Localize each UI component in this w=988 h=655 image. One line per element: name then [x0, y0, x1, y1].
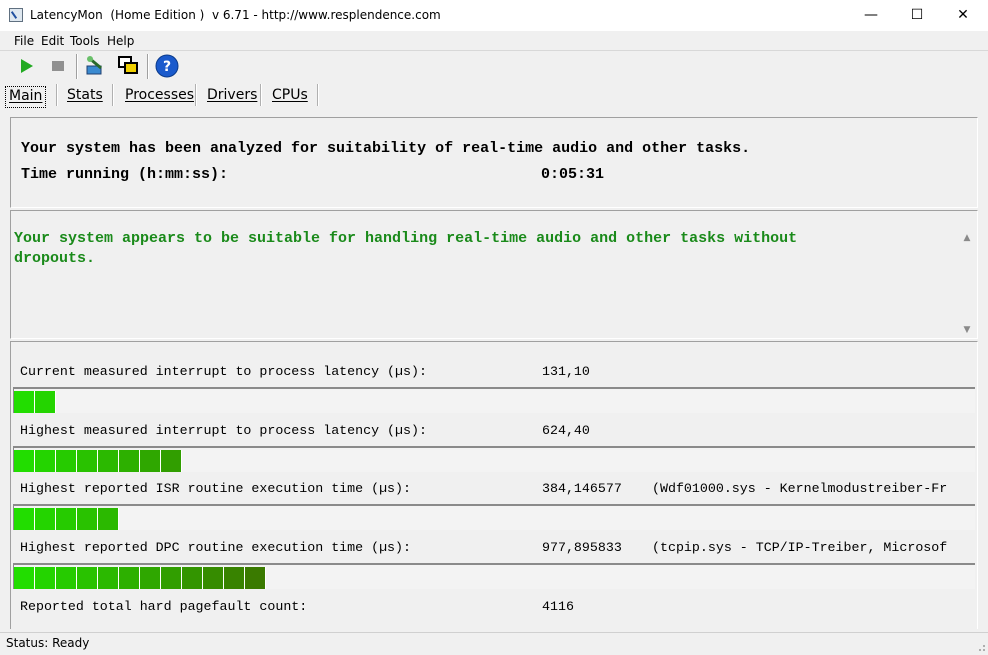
summary-panel: Your system has been analyzed for suitab… — [10, 117, 978, 208]
metric-label: Current measured interrupt to process la… — [20, 364, 427, 379]
scroll-down-arrow[interactable]: ▼ — [961, 325, 973, 337]
metric-value: 624,40 — [542, 423, 590, 438]
resize-grip-icon[interactable] — [976, 641, 986, 651]
toolbar: ? — [0, 51, 988, 82]
bar-segment — [203, 567, 224, 589]
menu-help[interactable]: Help — [107, 34, 134, 48]
status-text: Status: Ready — [6, 636, 90, 650]
tab-cpus[interactable]: CPUs — [272, 86, 308, 106]
close-button[interactable]: ✕ — [940, 0, 986, 31]
summary-text: Your system has been analyzed for suitab… — [21, 140, 751, 157]
tab-main[interactable]: Main — [5, 86, 47, 108]
bar-segment — [14, 450, 35, 472]
bar-segment — [14, 567, 35, 589]
play-icon[interactable] — [15, 54, 39, 78]
time-running-value: 0:05:31 — [541, 166, 605, 183]
bar-segment — [98, 567, 119, 589]
bar-segment — [56, 450, 77, 472]
bar-segment — [245, 567, 266, 589]
bar-segment — [56, 567, 77, 589]
bar-segment — [140, 450, 161, 472]
bar-segment — [56, 508, 77, 530]
metric-detail: (tcpip.sys - TCP/IP-Treiber, Microsof — [652, 540, 948, 555]
stop-icon[interactable] — [46, 54, 70, 78]
toolbar-separator — [76, 54, 78, 79]
bar-segment — [77, 567, 98, 589]
time-running-label: Time running (h:mm:ss): — [21, 166, 229, 183]
conclusion-line-2: dropouts. — [14, 250, 96, 267]
help-icon[interactable]: ? — [155, 54, 179, 78]
tab-strip: Main Stats Processes Drivers CPUs — [0, 82, 988, 108]
toolbar-separator — [147, 54, 149, 79]
bar-segment — [119, 567, 140, 589]
tab-drivers[interactable]: Drivers — [207, 86, 257, 106]
windows-icon[interactable] — [116, 54, 140, 78]
bar-segment — [98, 450, 119, 472]
app-icon — [9, 8, 23, 22]
bar-segment — [98, 508, 119, 530]
bar-segment — [161, 450, 182, 472]
latency-bar — [13, 387, 975, 413]
bar-segment — [119, 450, 140, 472]
conclusion-panel: Your system appears to be suitable for h… — [10, 210, 978, 339]
metric-label: Highest measured interrupt to process la… — [20, 423, 427, 438]
title-bar: LatencyMon (Home Edition ) v 6.71 - http… — [0, 0, 988, 31]
maximize-button[interactable]: ☐ — [894, 0, 940, 31]
menu-edit[interactable]: Edit — [41, 34, 64, 48]
metrics-panel: Current measured interrupt to process la… — [10, 341, 978, 629]
bar-segment — [161, 567, 182, 589]
bar-segment — [35, 391, 56, 413]
bar-segment — [77, 450, 98, 472]
tab-separator — [260, 84, 262, 106]
metric-label: Highest reported DPC routine execution t… — [20, 540, 411, 555]
metric-label: Highest reported ISR routine execution t… — [20, 481, 411, 496]
tab-stats[interactable]: Stats — [67, 86, 103, 106]
conclusion-line-1: Your system appears to be suitable for h… — [14, 230, 798, 247]
status-bar: Status: Ready — [0, 632, 988, 653]
tab-separator — [195, 84, 197, 106]
bar-segment — [35, 450, 56, 472]
bar-segment — [35, 508, 56, 530]
tool-icon[interactable] — [83, 54, 107, 78]
latency-bar — [13, 504, 975, 530]
bar-segment — [14, 391, 35, 413]
bar-segment — [140, 567, 161, 589]
bar-segment — [35, 567, 56, 589]
metric-label: Reported total hard pagefault count: — [20, 599, 308, 614]
latency-bar — [13, 446, 975, 472]
menu-file[interactable]: File — [14, 34, 34, 48]
tab-separator — [112, 84, 114, 106]
metric-value: 977,895833 — [542, 540, 622, 555]
menu-tools[interactable]: Tools — [70, 34, 100, 48]
tab-separator — [56, 84, 58, 106]
bar-segment — [77, 508, 98, 530]
menu-bar: File Edit Tools Help — [0, 31, 988, 51]
metric-value: 4116 — [542, 599, 574, 614]
svg-text:?: ? — [163, 59, 171, 75]
bar-segment — [224, 567, 245, 589]
metric-value: 384,146577 — [542, 481, 622, 496]
latency-bar — [13, 563, 975, 589]
bar-segment — [14, 508, 35, 530]
bar-segment — [182, 567, 203, 589]
metric-value: 131,10 — [542, 364, 590, 379]
minimize-button[interactable]: — — [848, 0, 894, 31]
metric-detail: (Wdf01000.sys - Kernelmodustreiber-Fr — [652, 481, 948, 496]
tab-processes[interactable]: Processes — [125, 86, 194, 106]
window-title: LatencyMon (Home Edition ) v 6.71 - http… — [30, 8, 441, 22]
tab-separator — [317, 84, 319, 106]
scroll-up-arrow[interactable]: ▲ — [961, 233, 973, 245]
